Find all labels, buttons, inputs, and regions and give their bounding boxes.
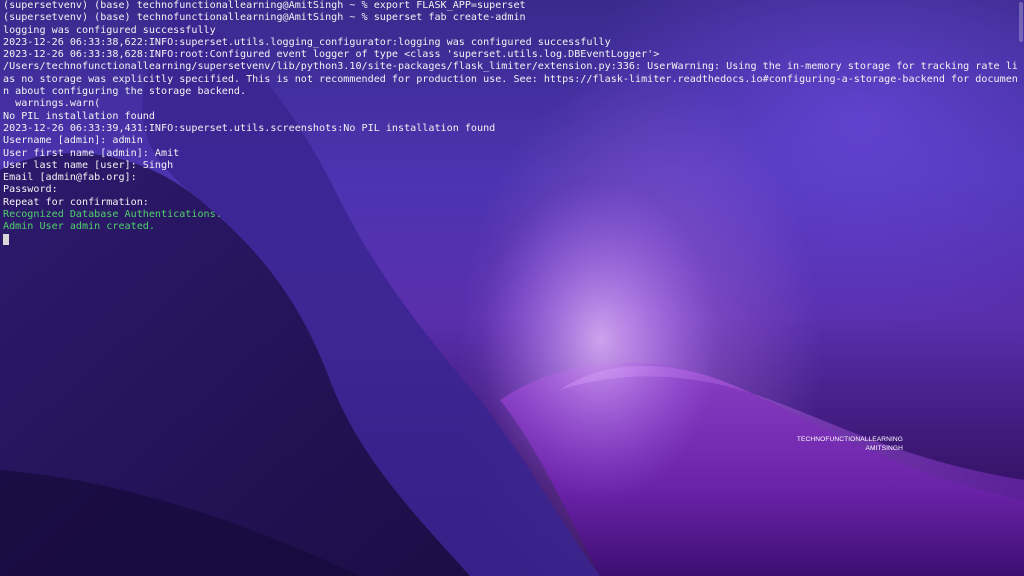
watermark: TECHNOFUNCTIONALLEARNING AMITSINGH xyxy=(790,436,903,453)
terminal-line: No PIL installation found xyxy=(3,110,155,122)
terminal-line: as no storage was explicitly specified. … xyxy=(3,73,1018,85)
terminal-line: (supersetvenv) (base) technofunctionalle… xyxy=(3,0,526,11)
terminal-scrollbar[interactable] xyxy=(1018,0,1024,576)
terminal-line: Repeat for confirmation: xyxy=(3,196,149,208)
terminal-line: n about configuring the storage backend. xyxy=(3,86,247,98)
desktop: (supersetvenv) (base) technofunctionalle… xyxy=(0,0,1024,576)
terminal-prompt-line[interactable] xyxy=(3,233,1015,246)
terminal-line: /Users/technofunctionallearning/superset… xyxy=(3,61,1018,73)
terminal-line: Admin User admin created. xyxy=(3,221,155,233)
watermark-line1: TECHNOFUNCTIONALLEARNING xyxy=(796,436,903,443)
terminal-line: 2023-12-26 06:33:38,622:INFO:superset.ut… xyxy=(3,36,611,48)
scrollbar-thumb[interactable] xyxy=(1019,2,1023,42)
terminal-line: logging was configured successfully xyxy=(3,24,216,36)
terminal-cursor xyxy=(3,233,9,245)
terminal-line: 2023-12-26 06:33:39,431:INFO:superset.ut… xyxy=(3,122,496,134)
terminal-output[interactable]: (supersetvenv) (base) technofunctionalle… xyxy=(0,0,1018,576)
terminal-line: User first name [admin]: Amit xyxy=(3,147,180,159)
terminal-line: Password: xyxy=(3,184,58,196)
terminal-line: Username [admin]: admin xyxy=(3,135,143,147)
terminal-line: warnings.warn( xyxy=(3,98,101,110)
terminal-line: Email [admin@fab.org]: xyxy=(3,172,137,184)
terminal-line: (supersetvenv) (base) technofunctionalle… xyxy=(3,12,526,24)
terminal-line: Recognized Database Authentications. xyxy=(3,209,222,221)
terminal-line: User last name [user]: Singh xyxy=(3,159,174,171)
terminal-line: 2023-12-26 06:33:38,628:INFO:root:Config… xyxy=(3,49,660,61)
watermark-line2: AMITSINGH xyxy=(865,444,903,452)
